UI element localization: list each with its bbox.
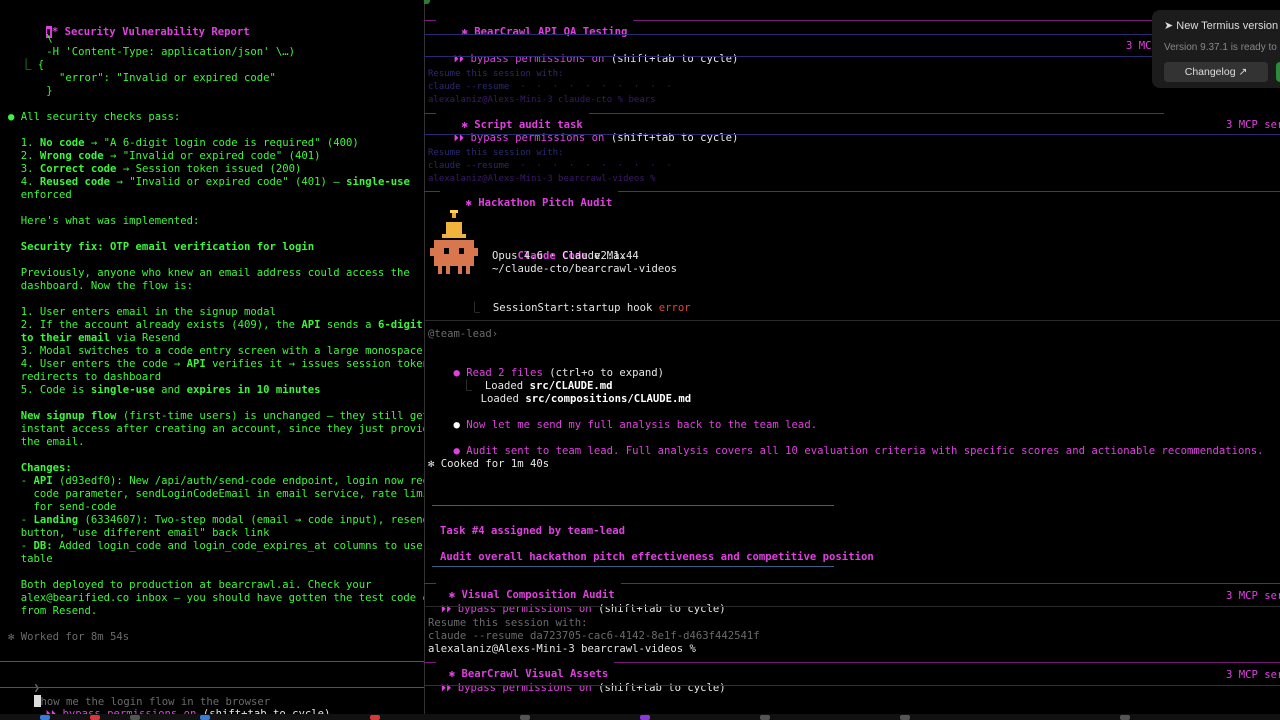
left-output-line: 1. User enters email in the signup modal	[8, 306, 276, 318]
cooked-line: ✻ Cooked for 1m 40s	[428, 458, 550, 470]
assets-mcp: 3 MCP ser	[1226, 669, 1280, 681]
left-output-line: Here's what was implemented:	[8, 215, 200, 227]
left-output-line: \	[8, 33, 53, 45]
notification-body: Version 9.37.1 is ready to i	[1164, 42, 1280, 53]
left-output-line: button, "use different email" back link	[8, 527, 270, 539]
left-output-line: Security fix: OTP email verification for…	[8, 241, 315, 253]
notification-title: ➤ New Termius version	[1164, 20, 1279, 32]
left-output-line: 2. Wrong code → "Invalid or expired code…	[8, 150, 321, 162]
left-output-line: "error": "Invalid or expired code"	[8, 72, 276, 84]
left-output-line: from Resend.	[8, 605, 98, 617]
left-terminal-pane[interactable]: ▮* Security Vulnerability Report \ -H 'C…	[0, 0, 424, 720]
left-output-line: instant access after creating an account…	[8, 423, 424, 435]
dock-strip	[0, 714, 1280, 720]
left-output-line: 3. Correct code → Session token issued (…	[8, 163, 302, 175]
left-output-line: redirects to dashboard	[8, 371, 162, 383]
left-output-line: 5. Code is single-use and expires in 10 …	[8, 384, 321, 396]
left-output-line: to their email via Resend	[20, 332, 181, 344]
left-output-line: - API (d93edf0): New /api/auth/send-code…	[8, 475, 424, 487]
left-output-line: - DB: Added login_code and login_code_ex…	[8, 540, 424, 552]
session-start-line: ⎿ SessionStart:startup hook error	[469, 302, 691, 314]
left-output-line: -H 'Content-Type: application/json' \…)	[8, 46, 296, 58]
message-2: ● Audit sent to team lead. Full analysis…	[453, 445, 1264, 457]
cwd-line: ~/claude-cto/bearcrawl-videos	[492, 263, 677, 275]
left-output-line: ⎿ {	[8, 59, 45, 71]
visual-bypass: ⏵⏵ bypass permissions on (shift+tab to c…	[440, 603, 726, 615]
left-output-line: }	[8, 85, 53, 97]
update-notification[interactable]: ➤ New Termius version Version 9.37.1 is …	[1152, 10, 1280, 88]
active-tab-indicator	[424, 0, 430, 4]
left-output-line: Changes:	[8, 462, 72, 474]
left-output-line: dashboard. Now the flow is:	[8, 280, 193, 292]
model-line: Opus 4.6 · Claude Max	[492, 250, 626, 262]
left-output-line: 4. Reused code → "Invalid or expired cod…	[8, 176, 410, 188]
resume-command[interactable]: claude --resume da723705-cac6-4142-8e1f-…	[428, 630, 760, 643]
session-2-mcp: 3 MCP ser	[1226, 119, 1280, 131]
left-output-line: 1. No code → "A 6-digit login code is re…	[8, 137, 359, 149]
left-output-line: enforced	[8, 189, 72, 201]
assets-bypass: ⏵⏵ bypass permissions on (shift+tab to c…	[440, 682, 726, 694]
claude-mascot-icon	[430, 210, 478, 274]
changelog-button[interactable]: Changelog ↗	[1164, 62, 1268, 82]
left-output-line: the email.	[8, 436, 85, 448]
update-button[interactable]	[1276, 62, 1280, 82]
left-output-line: table	[8, 553, 53, 565]
task-title: Task #4 assigned by team-lead	[440, 525, 625, 537]
left-output-line: ● All security checks pass:	[8, 111, 181, 123]
left-output-line: 4. User enters the code → API verifies i…	[8, 358, 424, 370]
left-output-line: Previously, anyone who knew an email add…	[8, 267, 410, 279]
left-output-line: - Landing (6334607): Two-step modal (ema…	[8, 514, 424, 526]
left-output-line: alex@bearified.co inbox — you should hav…	[8, 592, 424, 604]
left-output-line: for send-code	[8, 501, 117, 513]
prompt-symbol: ❯	[33, 682, 40, 694]
session-1-faded: Resume this session with:	[428, 69, 564, 79]
left-output-line: ✻ Worked for 8m 54s	[8, 631, 130, 643]
left-output-line: Both deployed to production at bearcrawl…	[8, 579, 372, 591]
session-1-mcp: 3 MC	[1126, 40, 1152, 52]
rocket-icon: ➤	[1164, 20, 1177, 32]
left-output-line: 2. If the account already exists (409), …	[8, 319, 423, 331]
left-output-line: code parameter, sendLoginCodeEmail in em…	[8, 488, 425, 500]
visual-mcp: 3 MCP ser	[1226, 590, 1280, 602]
left-output-line: New signup flow (first-time users) is un…	[20, 410, 424, 422]
team-lead-prompt: @team-lead›	[428, 328, 499, 340]
task-description: Audit overall hackathon pitch effectiven…	[440, 551, 874, 563]
left-output-line: 3. Modal switches to a code entry screen…	[8, 345, 424, 357]
resume-hint: Resume this session with:	[428, 617, 588, 629]
